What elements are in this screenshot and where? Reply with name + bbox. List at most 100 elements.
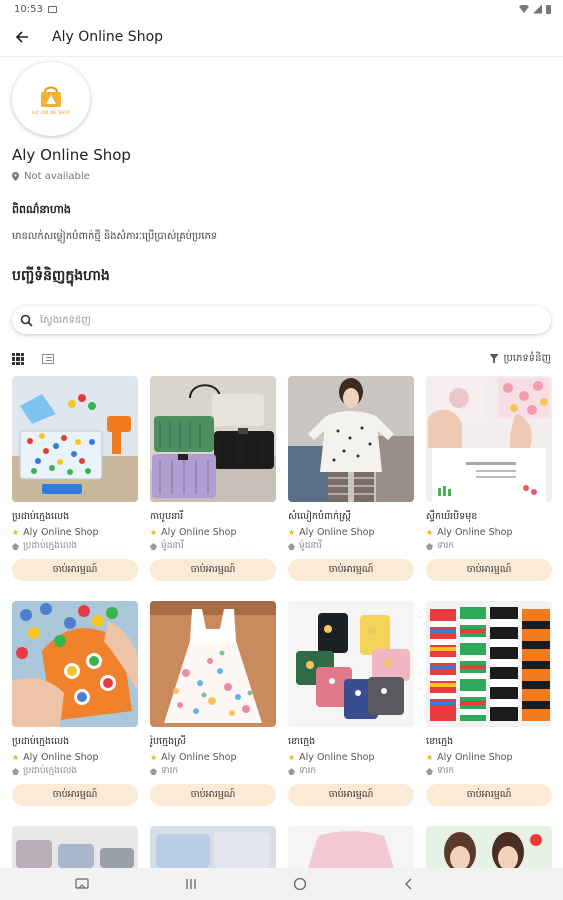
product-image[interactable]	[288, 826, 414, 868]
shop-location: Not available	[12, 171, 90, 182]
product-card[interactable]: រ៉ូបក្មេងស្រី ★ Aly Online Shop ទារក ចាប់…	[150, 601, 276, 816]
category-icon	[150, 768, 157, 775]
wifi-icon	[519, 5, 529, 13]
category-icon	[288, 543, 295, 550]
interested-button[interactable]: ចាប់អារម្មណ៍	[150, 784, 276, 806]
description-heading: ពិពណ៌នាហាង	[12, 203, 71, 216]
category-icon	[426, 543, 433, 550]
interested-button[interactable]: ចាប់អារម្មណ៍	[426, 559, 552, 581]
product-title: រ៉ូបក្មេងស្រី	[150, 736, 186, 747]
product-category: ម៉ូដនារី	[288, 540, 414, 553]
product-shop: ★ Aly Online Shop	[426, 527, 513, 538]
product-image[interactable]	[12, 376, 138, 502]
list-view-icon[interactable]	[42, 354, 54, 364]
gallery-notification-icon	[47, 5, 57, 13]
products-heading: បញ្ជីទំនិញក្នុងហាង	[12, 268, 110, 284]
product-grid: ប្រដាប់ក្មេងលេង ★ Aly Online Shop ប្រដាប់…	[12, 376, 552, 816]
shop-name: Aly Online Shop	[12, 146, 131, 164]
search-bar[interactable]	[12, 306, 551, 334]
product-image[interactable]	[150, 376, 276, 502]
product-card[interactable]: ស្ទីកឃ័របិទមុខ ★ Aly Online Shop ទារក ចាប…	[426, 376, 552, 591]
filter-icon	[489, 354, 499, 363]
product-shop: ★ Aly Online Shop	[288, 527, 375, 538]
product-image[interactable]	[12, 601, 138, 727]
product-grid-row-partial	[12, 826, 552, 868]
shop-location-text: Not available	[24, 171, 90, 182]
product-title: សំលៀកបំពាក់ស្ត្រី	[288, 511, 351, 522]
star-icon: ★	[288, 528, 296, 537]
system-navigation-bar	[0, 868, 563, 900]
product-card[interactable]: ខោក្មេង ★ Aly Online Shop ទារក ចាប់អារម្ម…	[288, 601, 414, 816]
product-image[interactable]	[288, 601, 414, 727]
star-icon: ★	[150, 528, 158, 537]
category-icon	[12, 543, 19, 550]
recent-apps-icon[interactable]	[179, 872, 203, 896]
product-image[interactable]	[426, 376, 552, 502]
product-card[interactable]: ប្រដាប់ក្មេងលេង ★ Aly Online Shop ប្រដាប់…	[12, 601, 138, 816]
shop-logo: ALY ONLINE SHOP	[12, 62, 90, 136]
category-filter-label: ប្រភេទទំនិញ	[503, 353, 551, 364]
product-shop: ★ Aly Online Shop	[12, 527, 99, 538]
home-icon[interactable]	[288, 872, 312, 896]
star-icon: ★	[12, 528, 20, 537]
category-icon	[426, 768, 433, 775]
battery-icon	[546, 4, 551, 14]
product-category: ប្រដាប់ក្មេងលេង	[12, 540, 138, 553]
product-shop: ★ Aly Online Shop	[288, 752, 375, 763]
category-icon	[150, 543, 157, 550]
product-card[interactable]: ប្រដាប់ក្មេងលេង ★ Aly Online Shop ប្រដាប់…	[12, 376, 138, 591]
product-title: ប្រដាប់ក្មេងលេង	[12, 511, 70, 522]
logo-text: ALY ONLINE SHOP	[31, 109, 71, 115]
shop-description: មានលក់សម្លៀកបំពាក់ថ្មី និងសំភារៈប្រើប្រា…	[12, 231, 218, 242]
product-image[interactable]	[426, 826, 552, 868]
star-icon: ★	[426, 753, 434, 762]
product-card[interactable]: សំលៀកបំពាក់ស្ត្រី ★ Aly Online Shop ម៉ូដន…	[288, 376, 414, 591]
product-title: កាបូបនារី	[150, 511, 184, 522]
product-title: ប្រដាប់ក្មេងលេង	[12, 736, 70, 747]
product-image[interactable]	[288, 376, 414, 502]
product-card[interactable]: ខោក្មេង ★ Aly Online Shop ទារក ចាប់អារម្ម…	[426, 601, 552, 816]
view-toggle	[12, 353, 54, 365]
signal-icon	[533, 4, 542, 14]
interested-button[interactable]: ចាប់អារម្មណ៍	[12, 559, 138, 581]
shop-content: ALY ONLINE SHOP Aly Online Shop Not avai…	[0, 58, 563, 868]
product-category: ទារក	[288, 765, 414, 778]
interested-button[interactable]: ចាប់អារម្មណ៍	[150, 559, 276, 581]
back-nav-icon[interactable]	[397, 872, 421, 896]
interested-button[interactable]: ចាប់អារម្មណ៍	[426, 784, 552, 806]
status-bar: 10:53	[0, 0, 563, 18]
keyboard-switch-icon[interactable]	[70, 872, 94, 896]
app-bar: Aly Online Shop	[0, 18, 563, 57]
product-category: ទារក	[426, 540, 552, 553]
page-title: Aly Online Shop	[52, 29, 164, 45]
category-filter-button[interactable]: ប្រភេទទំនិញ	[489, 351, 551, 366]
interested-button[interactable]: ចាប់អារម្មណ៍	[288, 784, 414, 806]
product-shop: ★ Aly Online Shop	[12, 752, 99, 763]
category-icon	[12, 768, 19, 775]
star-icon: ★	[288, 753, 296, 762]
interested-button[interactable]: ចាប់អារម្មណ៍	[288, 559, 414, 581]
product-image[interactable]	[150, 601, 276, 727]
product-card[interactable]: កាបូបនារី ★ Aly Online Shop ម៉ូដនារី ចាប់…	[150, 376, 276, 591]
status-time: 10:53	[14, 3, 43, 15]
star-icon: ★	[426, 528, 434, 537]
product-image[interactable]	[426, 601, 552, 727]
search-input[interactable]	[40, 314, 520, 326]
product-shop: ★ Aly Online Shop	[150, 527, 237, 538]
product-shop: ★ Aly Online Shop	[150, 752, 237, 763]
star-icon: ★	[12, 753, 20, 762]
search-icon	[20, 314, 33, 327]
back-arrow-icon[interactable]	[12, 27, 32, 47]
product-image[interactable]	[12, 826, 138, 868]
product-category: ម៉ូដនារី	[150, 540, 276, 553]
product-category: ទារក	[150, 765, 276, 778]
product-category: ប្រដាប់ក្មេងលេង	[12, 765, 138, 778]
interested-button[interactable]: ចាប់អារម្មណ៍	[12, 784, 138, 806]
category-icon	[288, 768, 295, 775]
product-title: ខោក្មេង	[288, 736, 316, 747]
star-icon: ★	[150, 753, 158, 762]
product-title: ខោក្មេង	[426, 736, 454, 747]
grid-view-icon[interactable]	[12, 353, 24, 365]
location-pin-icon	[12, 172, 19, 181]
product-image[interactable]	[150, 826, 276, 868]
